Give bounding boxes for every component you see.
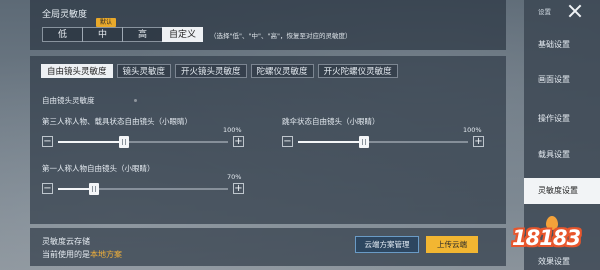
slider-label-third-person: 第三人称人物、载具状态自由镜头（小眼睛） xyxy=(42,117,192,126)
global-sensitivity-title: 全局灵敏度 xyxy=(42,10,88,20)
sidebar-item-graphics[interactable]: 画面设置 xyxy=(524,67,600,93)
slider-thumb[interactable] xyxy=(359,136,370,148)
watermark-text: 18183 xyxy=(512,226,581,250)
current-scheme-prefix: 当前使用的是 xyxy=(42,250,90,259)
slider-value-parachute: 100% xyxy=(463,126,482,134)
minus-button[interactable]: − xyxy=(282,136,293,147)
section-title: 自由镜头灵敏度 xyxy=(42,96,95,105)
preset-group: 低 中 高 自定义 xyxy=(42,27,203,42)
slider-third-person: − + xyxy=(42,136,244,148)
minus-button[interactable]: − xyxy=(42,136,53,147)
cloud-storage-title: 灵敏度云存储 xyxy=(42,237,90,246)
current-scheme-name: 本地方案 xyxy=(90,250,122,259)
tab-free-camera[interactable]: 自由镜头灵敏度 xyxy=(41,64,113,78)
section-info-icon xyxy=(134,99,137,102)
cloud-scheme-manage-button[interactable]: 云端方案管理 xyxy=(355,236,419,253)
sidebar-item-sensitivity[interactable]: 灵敏度设置 xyxy=(524,178,600,204)
tab-fire-camera[interactable]: 开火镜头灵敏度 xyxy=(175,64,247,78)
sidebar-item-vehicle[interactable]: 载具设置 xyxy=(524,142,600,168)
plus-button[interactable]: + xyxy=(233,136,244,147)
plus-button[interactable]: + xyxy=(233,183,244,194)
global-sensitivity-panel: 全局灵敏度 低 中 高 自定义 默认 （选择"低"、"中"、"高"，恢复至对应的… xyxy=(30,0,506,50)
preset-high-button[interactable]: 高 xyxy=(122,27,163,42)
tab-fire-gyroscope[interactable]: 开火陀螺仪灵敏度 xyxy=(317,64,398,78)
sidebar-item-effects[interactable]: 效果设置 xyxy=(524,254,600,270)
slider-parachute: − + xyxy=(282,136,484,148)
slider-thumb[interactable] xyxy=(88,183,99,195)
slider-fill xyxy=(58,141,125,143)
tab-gyroscope[interactable]: 陀螺仪灵敏度 xyxy=(250,64,314,78)
preset-custom-button[interactable]: 自定义 xyxy=(162,27,203,42)
sensitivity-settings-panel: 自由镜头灵敏度 镜头灵敏度 开火镜头灵敏度 陀螺仪灵敏度 开火陀螺仪灵敏度 自由… xyxy=(30,56,506,224)
site-watermark-logo: 18183 xyxy=(512,216,584,256)
cloud-storage-panel: 灵敏度云存储 当前使用的是本地方案 云端方案管理 上传云端 xyxy=(30,228,506,266)
sidebar-item-basic[interactable]: 基础设置 xyxy=(524,32,600,58)
slider-value-third-person: 100% xyxy=(223,126,242,134)
slider-label-first-person: 第一人称人物自由镜头（小眼睛） xyxy=(42,164,155,173)
slider-track[interactable] xyxy=(58,183,228,195)
preset-medium-button[interactable]: 中 xyxy=(82,27,123,42)
slider-track[interactable] xyxy=(58,136,228,148)
sidebar-header-title: 设置 xyxy=(538,8,551,16)
minus-button[interactable]: − xyxy=(42,183,53,194)
default-badge: 默认 xyxy=(96,18,117,27)
slider-track[interactable] xyxy=(298,136,468,148)
sidebar-header: 设置 xyxy=(524,0,600,22)
sidebar-item-controls[interactable]: 操作设置 xyxy=(524,106,600,132)
sensitivity-tabs: 自由镜头灵敏度 镜头灵敏度 开火镜头灵敏度 陀螺仪灵敏度 开火陀螺仪灵敏度 xyxy=(41,64,398,78)
slider-thumb[interactable] xyxy=(119,136,130,148)
slider-first-person: − + xyxy=(42,183,244,195)
current-scheme-text: 当前使用的是本地方案 xyxy=(42,249,122,260)
upload-cloud-button[interactable]: 上传云端 xyxy=(426,236,478,253)
slider-fill xyxy=(298,141,365,143)
plus-button[interactable]: + xyxy=(473,136,484,147)
slider-value-first-person: 70% xyxy=(227,173,242,181)
preset-low-button[interactable]: 低 xyxy=(42,27,83,42)
close-icon[interactable] xyxy=(566,2,584,20)
preset-hint: （选择"低"、"中"、"高"，恢复至对应的灵敏度） xyxy=(210,32,352,40)
slider-label-parachute: 跳伞状态自由镜头（小眼睛） xyxy=(282,117,380,126)
tab-camera[interactable]: 镜头灵敏度 xyxy=(116,64,172,78)
